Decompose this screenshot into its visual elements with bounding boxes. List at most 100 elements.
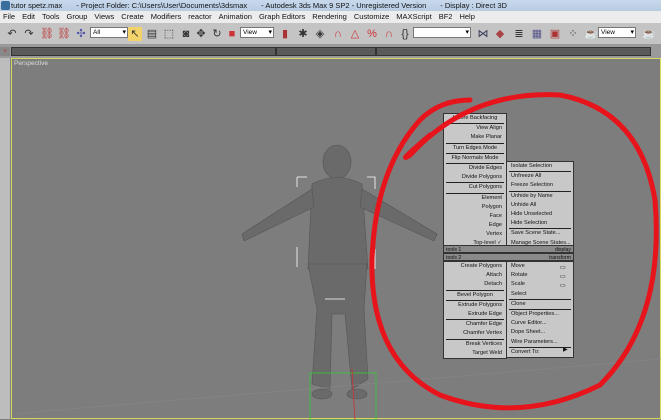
menu-graph-editors[interactable]: Graph Editors (259, 11, 305, 23)
menu-rendering[interactable]: Rendering (312, 11, 347, 23)
quad-item-hide-unselected[interactable]: Hide Unselected (507, 210, 573, 219)
selection-filter-dropdown[interactable]: All (90, 27, 128, 38)
select-by-name-icon[interactable]: ▤ (145, 27, 159, 41)
quad-item-detach[interactable]: Detach (444, 280, 506, 289)
menu-file[interactable]: File (3, 11, 15, 23)
quad-item-object-properties[interactable]: Object Properties... (507, 310, 573, 319)
close-track-icon[interactable]: + (0, 47, 10, 56)
quad-item-element[interactable]: Element (444, 194, 506, 203)
title-display: - Display : Direct 3D (440, 1, 507, 10)
main-toolbar: ↶ ↷ ⛓ ⛓ ✣ All ↖ ▤ ⬚ ◙ ✥ ↻ ■ View ▮ ✱ ◈ ∩… (0, 23, 661, 45)
move-icon[interactable]: ✥ (194, 27, 208, 41)
quad-header-tools2: tools 2 (446, 255, 462, 261)
menu-bf2[interactable]: BF2 (439, 11, 453, 23)
menu-bar: File Edit Tools Group Views Create Modif… (0, 11, 661, 23)
quad-item-cut-polygons[interactable]: Cut Polygons (444, 183, 506, 192)
unlink-icon[interactable]: ⛓ (57, 27, 71, 41)
title-bar: tutor spetz.max - Project Folder: C:\User… (0, 0, 661, 11)
quad-item-clone[interactable]: Clone (507, 300, 573, 309)
menu-tools[interactable]: Tools (42, 11, 60, 23)
menu-modifiers[interactable]: Modifiers (151, 11, 181, 23)
snap-toggle-icon[interactable]: ∩ (331, 27, 345, 41)
settings-box-icons[interactable]: ▭ ▭ ▭ (560, 264, 566, 292)
menu-help[interactable]: Help (459, 11, 474, 23)
quad-item-target-weld[interactable]: Target Weld (444, 349, 506, 358)
quad-tools1: Ignore Backfacing View Align Make Planar… (443, 113, 507, 250)
menu-create[interactable]: Create (121, 11, 144, 23)
angle-snap-icon[interactable]: △ (348, 27, 362, 41)
schematic-view-icon[interactable]: ▣ (548, 27, 562, 41)
align-icon[interactable]: ◆ (493, 27, 507, 41)
quad-tools2: Create Polygons Attach Detach Bevel Poly… (443, 261, 507, 359)
reference-coordinate-dropdown[interactable]: View (240, 27, 274, 38)
menu-animation[interactable]: Animation (219, 11, 252, 23)
quad-item-attach[interactable]: Attach (444, 271, 506, 280)
time-slider[interactable] (11, 47, 276, 56)
manipulate-icon[interactable]: ✱ (296, 27, 310, 41)
quad-item-save-scene-state[interactable]: Save Scene State... (507, 229, 573, 238)
quad-item-face[interactable]: Face (444, 212, 506, 221)
quad-item-extrude-edge[interactable]: Extrude Edge (444, 310, 506, 319)
spinner-snap-icon[interactable]: ∩ (382, 27, 396, 41)
select-and-link-icon[interactable]: ⛓ (40, 27, 54, 41)
material-editor-icon[interactable]: ⁘ (566, 27, 580, 41)
curve-editor-icon[interactable]: ▦ (530, 27, 544, 41)
rotate-icon[interactable]: ↻ (210, 27, 224, 41)
quad-header-tools1-display: tools 1 display (443, 245, 574, 253)
quad-item-unhide-all[interactable]: Unhide All (507, 201, 573, 210)
quad-item-divide-polygons[interactable]: Divide Polygons (444, 173, 506, 182)
scale-icon[interactable]: ■ (225, 27, 239, 41)
track-bar-extension (276, 47, 376, 56)
quad-item-edge[interactable]: Edge (444, 221, 506, 230)
quad-item-ignore-backfacing[interactable]: Ignore Backfacing (444, 114, 506, 123)
layer-manager-icon[interactable]: ≣ (512, 27, 526, 41)
select-object-icon[interactable]: ↖ (128, 27, 142, 41)
quad-item-curve-editor[interactable]: Curve Editor... (507, 319, 573, 328)
quad-item-chamfer-edge[interactable]: Chamfer Edge (444, 320, 506, 329)
window-crossing-icon[interactable]: ◙ (179, 27, 193, 41)
quad-item-bevel-polygon[interactable]: Bevel Polygon (444, 291, 506, 300)
quad-item-freeze-selection[interactable]: Freeze Selection (507, 181, 573, 190)
menu-customize[interactable]: Customize (354, 11, 389, 23)
app-icon (1, 1, 10, 10)
render-type-dropdown[interactable]: View (598, 27, 636, 38)
quick-render-icon[interactable]: ☕ (642, 27, 656, 41)
track-bar-extension-right (376, 47, 651, 56)
menu-maxscript[interactable]: MAXScript (396, 11, 431, 23)
menu-views[interactable]: Views (94, 11, 114, 23)
keyboard-shortcut-icon[interactable]: ◈ (313, 27, 327, 41)
quad-item-view-align[interactable]: View Align (444, 124, 506, 133)
quad-display: Isolate Selection Unfreeze All Freeze Se… (506, 161, 574, 249)
quad-item-extrude-polygons[interactable]: Extrude Polygons (444, 301, 506, 310)
percent-snap-icon[interactable]: % (365, 27, 379, 41)
menu-edit[interactable]: Edit (22, 11, 35, 23)
quad-item-isolate-selection[interactable]: Isolate Selection (507, 162, 573, 171)
quad-item-vertex[interactable]: Vertex (444, 230, 506, 239)
menu-group[interactable]: Group (67, 11, 88, 23)
quad-item-dope-sheet[interactable]: Dope Sheet... (507, 328, 573, 337)
quad-item-break-vertices[interactable]: Break Vertices (444, 340, 506, 349)
quad-item-turn-edges-mode[interactable]: Turn Edges Mode (444, 144, 506, 153)
quad-item-unfreeze-all[interactable]: Unfreeze All (507, 172, 573, 181)
render-scene-icon[interactable]: ☕ (584, 27, 598, 41)
edit-named-selection-icon[interactable]: {} (398, 27, 412, 41)
redo-icon[interactable]: ↷ (22, 27, 36, 41)
quad-item-hide-selection[interactable]: Hide Selection (507, 219, 573, 228)
quad-header-transform: transform (549, 255, 571, 261)
undo-icon[interactable]: ↶ (5, 27, 19, 41)
viewport-left-strip (0, 58, 10, 419)
quad-item-chamfer-vertex[interactable]: Chamfer Vertex (444, 329, 506, 338)
quad-item-unhide-by-name[interactable]: Unhide by Name (507, 192, 573, 201)
menu-reactor[interactable]: reactor (188, 11, 211, 23)
pivot-center-icon[interactable]: ▮ (278, 27, 292, 41)
bind-space-warp-icon[interactable]: ✣ (74, 27, 88, 41)
quad-item-polygon[interactable]: Polygon (444, 203, 506, 212)
quad-item-make-planar[interactable]: Make Planar (444, 133, 506, 142)
named-selection-dropdown[interactable] (413, 27, 471, 38)
rectangular-selection-icon[interactable]: ⬚ (162, 27, 176, 41)
quad-item-flip-normals-mode[interactable]: Flip Normals Mode (444, 154, 506, 163)
mirror-icon[interactable]: ⋈ (476, 27, 490, 41)
quad-item-divide-edges[interactable]: Divide Edges (444, 164, 506, 173)
submenu-arrow-icon: ▶ (563, 347, 568, 353)
quad-item-create-polygons[interactable]: Create Polygons (444, 262, 506, 271)
